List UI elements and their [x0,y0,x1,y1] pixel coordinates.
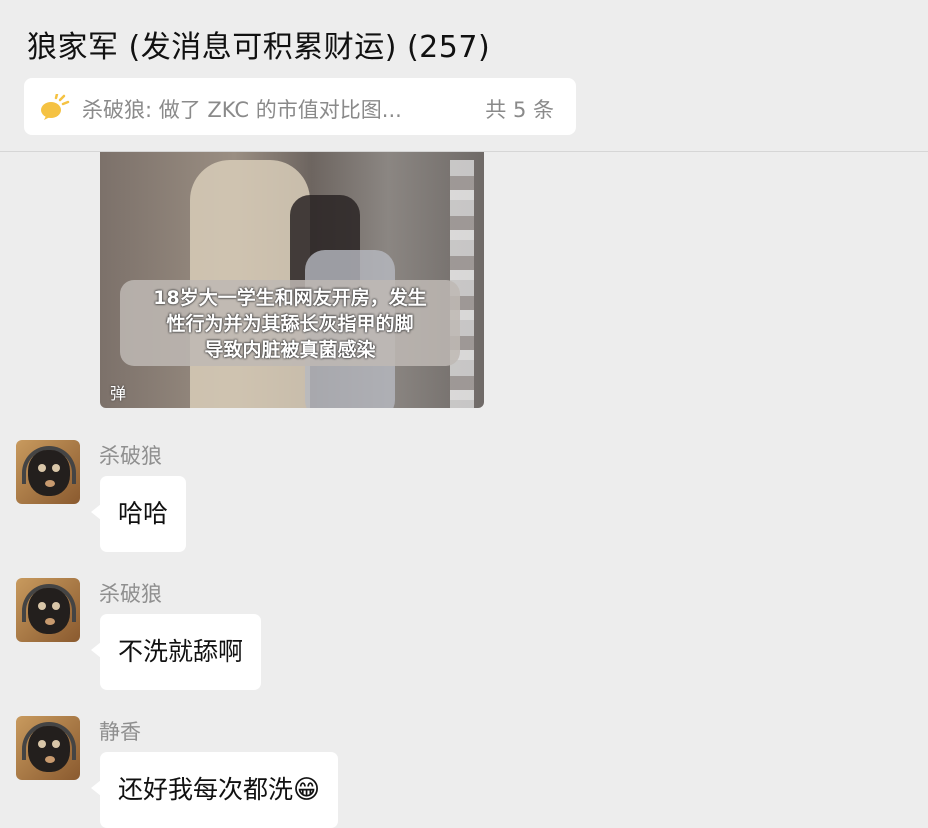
avatar[interactable] [16,440,80,504]
chat-title: 狼家军 (发消息可积累财运) (257) [27,30,491,65]
message-text: 还好我每次都洗 [118,775,294,804]
sender-name: 静香 [99,720,141,744]
video-caption: 18岁大一学生和网友开房，发生 性行为并为其舔长灰指甲的脚 导致内脏被真菌感染 [120,280,460,366]
avatar-face [28,726,70,772]
avatar-face [28,588,70,634]
avatar-face [28,450,70,496]
sender-name: 杀破狼 [99,444,162,468]
announcement-icon [41,94,70,120]
avatar-mouth [45,480,55,487]
message-text: 不洗就舔啊 [118,637,244,666]
avatar-eye [52,602,60,610]
video-caption-line: 导致内脏被真菌感染 [204,339,376,361]
video-caption-line: 性行为并为其舔长灰指甲的脚 [166,313,414,335]
message-text: 哈哈 [118,499,169,528]
message-bubble[interactable]: 不洗就舔啊 [90,614,262,690]
grinning-emoji-icon: 😁 [293,775,321,805]
danmu-label: 弹 [110,384,127,403]
avatar-mouth [45,756,55,763]
avatar[interactable] [16,716,80,780]
pinned-announcement-bar[interactable]: 杀破狼: 做了 ZKC 的市值对比图... 共 5 条 [24,78,576,135]
pinned-count: 共 5 条 [485,98,554,122]
video-caption-line: 18岁大一学生和网友开房，发生 [153,287,427,309]
pinned-message-text: 杀破狼: 做了 ZKC 的市值对比图... [82,98,402,122]
avatar[interactable] [16,578,80,642]
message-bubble[interactable]: 哈哈 [90,476,187,552]
avatar-eye [38,740,46,748]
message-bubble[interactable]: 还好我每次都洗😁 [90,752,339,828]
avatar-eye [38,602,46,610]
avatar-eye [52,464,60,472]
avatar-eye [38,464,46,472]
sender-name: 杀破狼 [99,582,162,606]
chat-header: 狼家军 (发消息可积累财运) (257) 杀破狼: 做了 ZKC 的市值对比图.… [0,0,928,152]
avatar-mouth [45,618,55,625]
avatar-eye [52,740,60,748]
